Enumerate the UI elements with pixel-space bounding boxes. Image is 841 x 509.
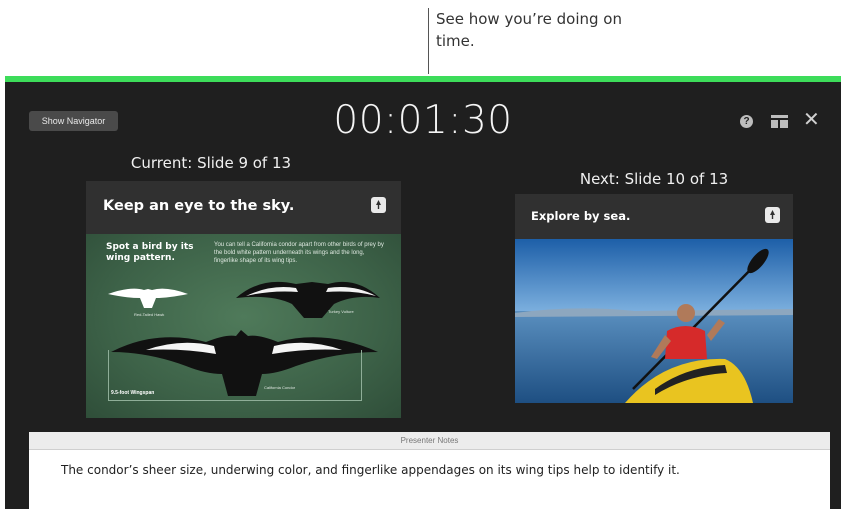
layout-icon[interactable] [771,115,788,128]
vulture-silhouette [236,281,380,318]
presenter-notes-header: Presenter Notes [29,432,830,450]
next-slide-title: Explore by sea. [531,209,631,223]
current-slide-label: Current: Slide 9 of 13 [130,154,292,172]
callout-text: See how you’re doing on time. [436,10,622,50]
next-slide-header: Explore by sea. [515,194,793,239]
hawk-label: Red-Tailed Hawk [134,312,165,317]
next-slide-label: Next: Slide 10 of 13 [579,170,729,188]
wingspan-label: 9.5-foot Wingspan [111,390,155,396]
mic-badge-icon [765,207,780,223]
callout-line [428,8,429,74]
current-slide: Keep an eye to the sky. Spot a bird by i… [86,181,401,418]
vulture-label: Turkey Vulture [328,309,354,314]
slide-title: Keep an eye to the sky. [103,198,295,214]
slide-header: Keep an eye to the sky. [86,181,401,234]
help-icon[interactable]: ? [740,115,753,128]
close-icon[interactable]: ✕ [803,109,820,131]
presenter-display: Show Navigator 00:01:30 ? ✕ Current: Sli… [5,82,841,509]
mic-badge-icon [371,197,386,213]
next-slide: Explore by sea. [515,194,793,403]
hawk-silhouette [108,288,188,308]
slide-body: Spot a bird by its wing pattern. You can… [86,234,401,418]
presenter-notes-text[interactable]: The condor’s sheer size, underwing color… [29,450,830,477]
presenter-notes-panel[interactable]: Presenter Notes The condor’s sheer size,… [29,432,830,509]
kayak-photo [515,239,793,403]
timer[interactable]: 00:01:30 [5,98,841,143]
